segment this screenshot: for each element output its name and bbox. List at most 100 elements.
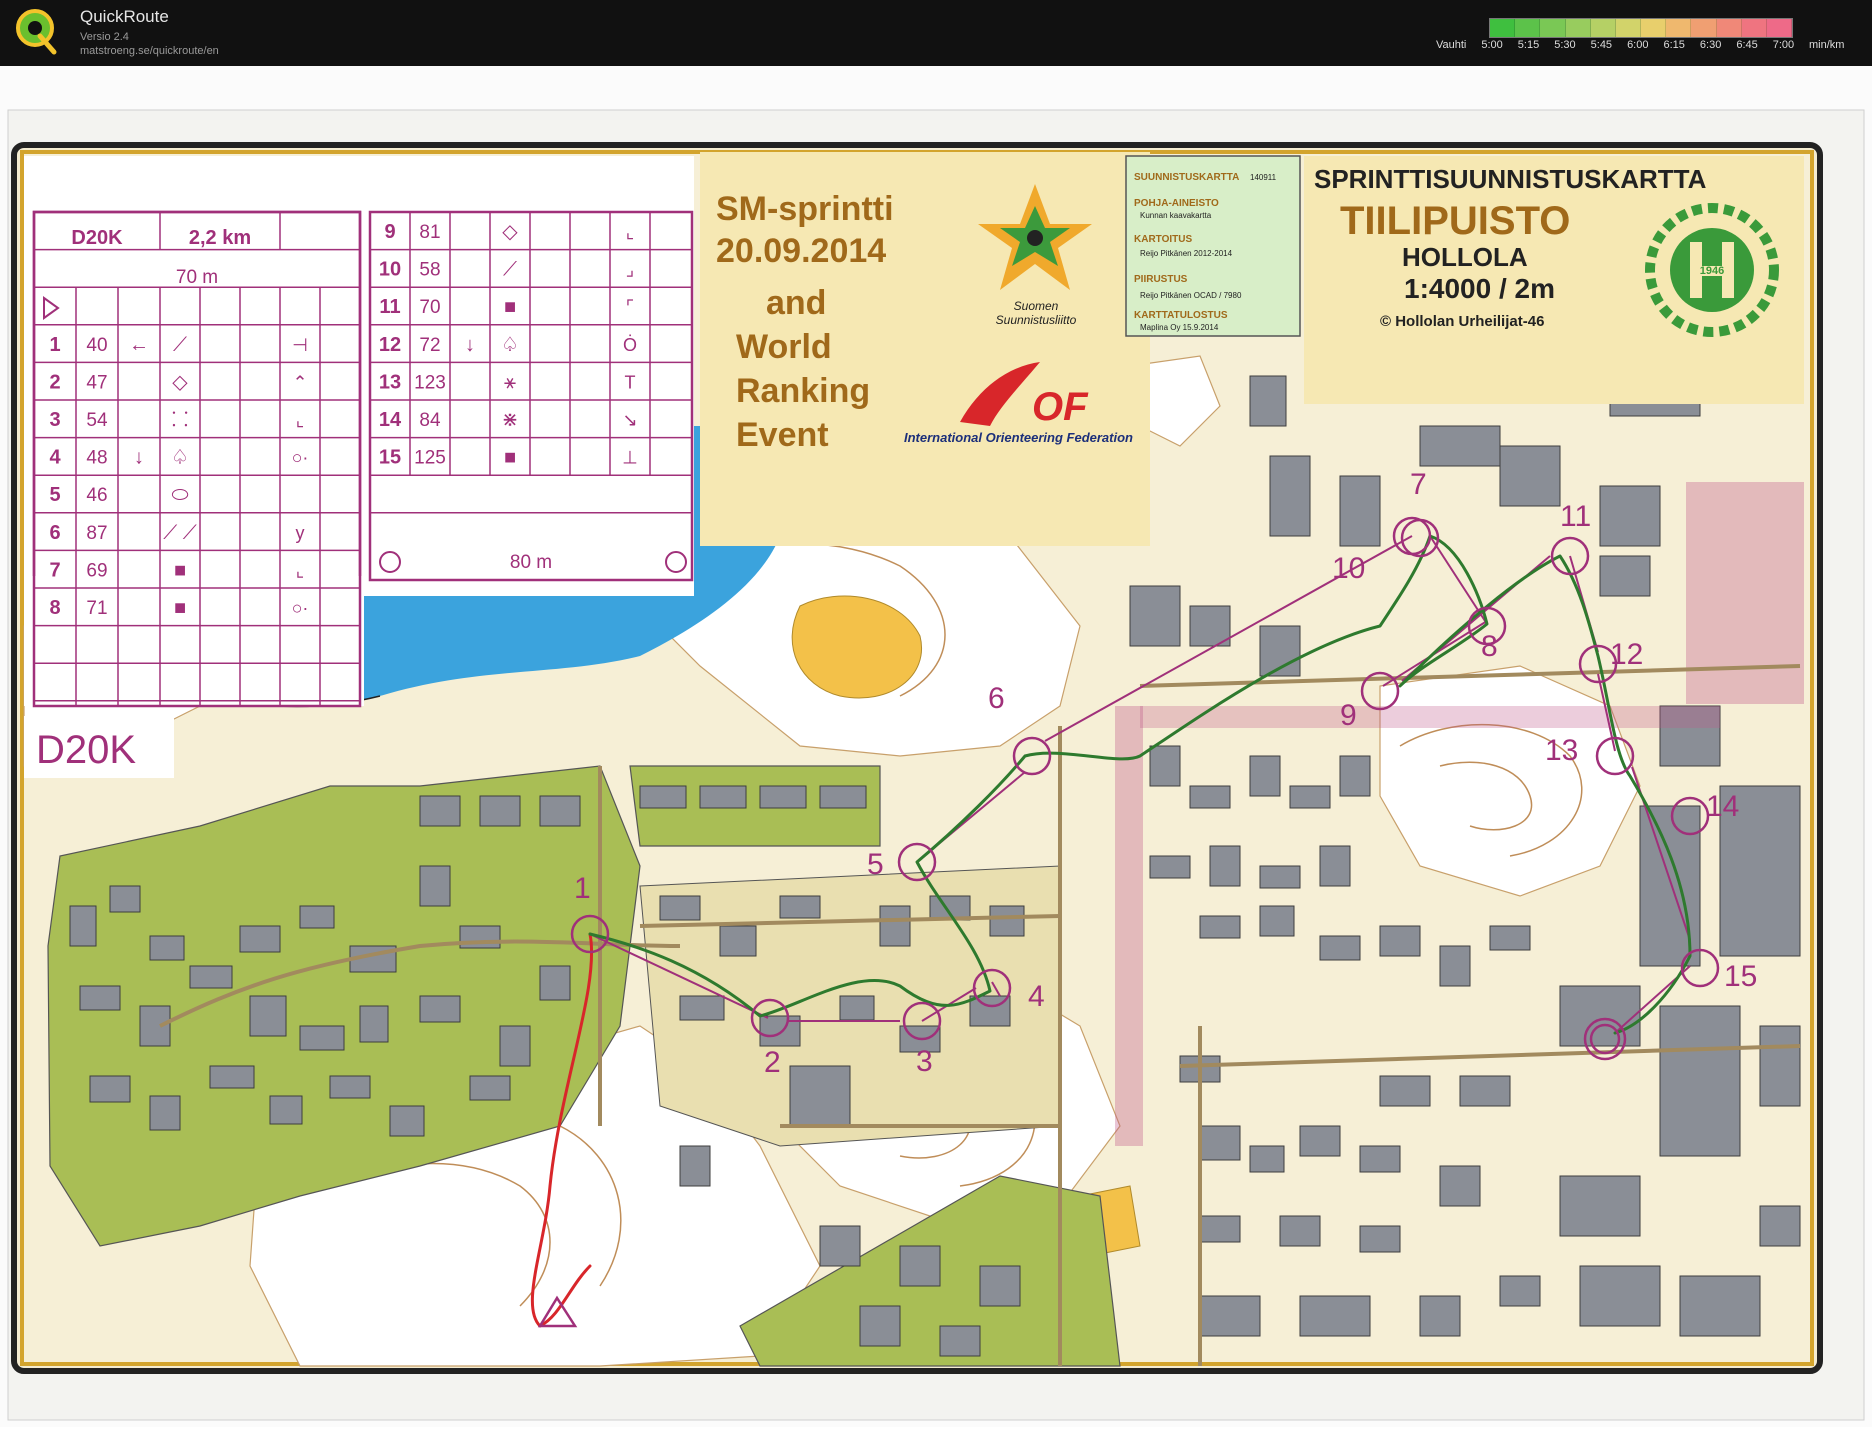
pace-color-segment [1716, 19, 1742, 37]
control-number: 7 [1410, 468, 1427, 501]
pace-color-segment [1766, 19, 1793, 37]
sheet-text: 2 [49, 371, 60, 393]
sheet-text: 13 [379, 371, 401, 393]
info-survey-label: KARTOITUS [1134, 234, 1192, 245]
info-map-label: SUUNNISTUSKARTTA [1134, 172, 1239, 183]
pace-color-segment [1490, 19, 1516, 37]
event-title: SM-sprintti [716, 190, 894, 228]
pace-tick-label: 5:30 [1554, 39, 1576, 51]
sheet-text: 70 m [176, 267, 218, 288]
info-print-value: Maplina Oy 15.9.2014 [1140, 323, 1219, 332]
control-number: 11 [1560, 500, 1591, 533]
control-number: 12 [1610, 638, 1643, 671]
pace-unit: min/km [1809, 39, 1845, 51]
map-copyright: © Hollolan Urheilijat-46 [1380, 313, 1544, 330]
pace-tick-label: 7:00 [1772, 39, 1795, 51]
sheet-text: ⟋ ⟋ [163, 522, 197, 544]
sheet-text: T [625, 372, 636, 392]
pace-tick-label: 5:15 [1517, 39, 1540, 51]
event-event: Event [736, 416, 829, 454]
map-title-block: SPRINTTISUUNNISTUSKARTTA TIILIPUISTO HOL… [1304, 156, 1804, 404]
control-number: 4 [1028, 980, 1045, 1013]
sheet-text: 40 [86, 335, 107, 356]
app-url[interactable]: matstroeng.se/quickroute/en [80, 45, 219, 57]
iof-letters: OF [1032, 385, 1089, 429]
pace-color-scale [1489, 18, 1793, 38]
sheet-text: ⌃ [292, 372, 307, 392]
sheet-text: 125 [414, 448, 446, 469]
pace-color-segment [1666, 19, 1692, 37]
control-number: 3 [916, 1045, 933, 1078]
sheet-text: ↘ [622, 410, 637, 430]
sheet-text: ⌜ [626, 297, 634, 317]
control-number: 13 [1545, 734, 1578, 767]
sheet-text: 71 [86, 598, 107, 619]
sheet-text: ■ [174, 559, 186, 581]
sheet-text: ■ [504, 447, 516, 469]
map-place: HOLLOLA [1402, 242, 1528, 272]
sheet-text: 5 [49, 484, 60, 506]
sheet-text: 14 [379, 409, 402, 431]
sheet-text: ⌞ [626, 222, 634, 242]
info-base-label: POHJA-AINEISTO [1134, 198, 1219, 209]
event-world: World [736, 328, 832, 366]
sheet-text: ⚹ [504, 371, 516, 393]
course-label: D20K [36, 728, 136, 772]
map-name: TIILIPUISTO [1340, 199, 1570, 243]
control-number: 9 [1340, 699, 1357, 732]
pace-color-segment [1515, 19, 1541, 37]
sheet-text: 80 m [510, 552, 552, 573]
sheet-text: ■ [174, 597, 186, 619]
sheet-text: 8 [49, 597, 60, 619]
control-number: 10 [1332, 552, 1365, 585]
sheet-text: 54 [86, 410, 108, 431]
sheet-text: 9 [384, 221, 395, 243]
pace-color-segment [1691, 19, 1717, 37]
ssl-name-1: Suomen [1014, 299, 1059, 313]
sheet-text: ◇ [502, 221, 518, 243]
sheet-text: 123 [414, 372, 446, 393]
club-year: 1946 [1700, 265, 1724, 277]
sheet-text: 7 [49, 559, 60, 581]
sheet-text: 6 [49, 522, 60, 544]
pace-color-segment [1540, 19, 1566, 37]
event-ranking: Ranking [736, 372, 870, 410]
sheet-text: ■ [504, 296, 516, 318]
sheet-text: ○· [292, 598, 309, 618]
pace-color-segment [1641, 19, 1667, 37]
pace-tick-label: 6:00 [1627, 39, 1649, 51]
map-canvas[interactable]: 1 2 3 4 5 6 7 8 9 10 11 12 13 14 15 D20K 2,2 km 70 m 80 m… [0, 66, 1872, 1427]
orienteering-map[interactable]: 12 3456789101112131415 D20K 2,2 km70 m80 m… [0, 66, 1872, 1427]
sheet-text: 72 [419, 335, 440, 356]
sheet-text: 48 [86, 448, 107, 469]
sheet-text: ◇ [172, 371, 188, 393]
pace-tick-label: 6:30 [1699, 39, 1722, 51]
info-map-code: 140911 [1250, 173, 1277, 182]
sheet-text: ⌟ [626, 260, 634, 280]
sheet-text: ⊣ [292, 335, 308, 355]
sheet-text: ♤ [501, 334, 519, 356]
sheet-text: 81 [419, 222, 440, 243]
app-version: Versio 2.4 [80, 31, 129, 43]
map-info-box: SUUNNISTUSKARTTA 140911 POHJA-AINEISTO K… [1125, 155, 1301, 337]
sheet-text: ⌞ [296, 410, 304, 430]
sheet-text: ← [129, 334, 149, 356]
sheet-text: 58 [419, 260, 440, 281]
control-number: 14 [1706, 790, 1739, 823]
sheet-text: 4 [49, 447, 61, 469]
control-number: 2 [764, 1046, 781, 1079]
sheet-text: Ȯ [623, 334, 637, 355]
sheet-text: ⌞ [296, 560, 304, 580]
info-drawing-value: Reijo Pitkänen OCAD / 7980 [1140, 291, 1242, 300]
pace-label: Vauhti [1436, 39, 1467, 51]
pace-tick-label: 5:45 [1590, 39, 1613, 51]
sheet-text: 12 [379, 334, 401, 356]
sheet-text: ♤ [171, 447, 189, 469]
sheet-text: 3 [49, 409, 60, 431]
pace-tick-label: 5:00 [1481, 39, 1503, 51]
sheet-text: ○· [292, 448, 309, 468]
control-number: 15 [1724, 960, 1757, 993]
sheet-text: 69 [86, 560, 107, 581]
control-number: 6 [988, 682, 1005, 715]
iof-name: International Orienteering Federation [904, 430, 1133, 445]
